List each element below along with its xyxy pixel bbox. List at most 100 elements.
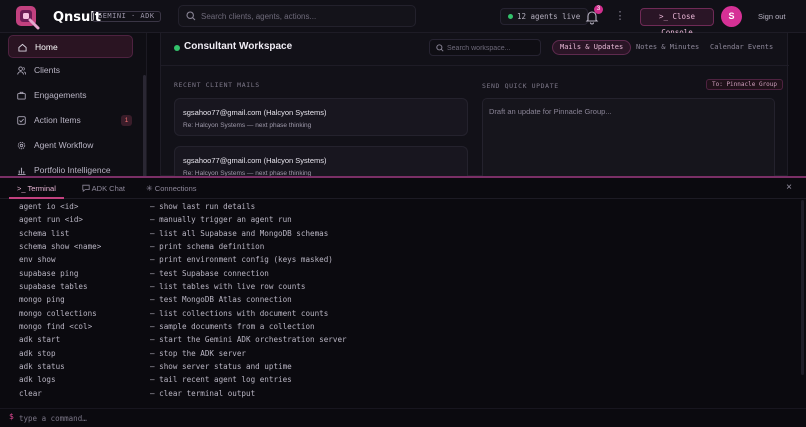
sign-out-link[interactable]: Sign out: [758, 12, 786, 21]
command-name: adk start: [19, 335, 61, 345]
q-logo-icon[interactable]: [14, 4, 40, 30]
workspace-header: Consultant Workspace Mails & Updates Not…: [161, 33, 789, 66]
command-description: — manually trigger an agent run: [150, 215, 292, 225]
global-search[interactable]: [178, 5, 416, 27]
command-description: — print environment config (keys masked): [150, 255, 333, 265]
tab-terminal[interactable]: >_ Terminal: [9, 178, 64, 199]
sidebar-item-clients[interactable]: Clients: [8, 59, 133, 82]
user-avatar[interactable]: S: [721, 6, 742, 27]
quick-update-box: [482, 98, 775, 176]
command-name: mongo find <col>: [19, 321, 93, 331]
mail-sender: sgsahoo77@gmail.com (Halcyon Systems): [183, 108, 327, 117]
more-menu-icon[interactable]: ⋮: [614, 9, 626, 25]
quick-update-heading: SEND QUICK UPDATE: [482, 82, 559, 90]
connections-icon: ✳: [146, 184, 153, 193]
command-description: — print schema definition: [150, 241, 265, 251]
command-description: — list all Supabase and MongoDB schemas: [150, 228, 329, 238]
command-description: — tail recent agent log entries: [150, 375, 292, 385]
checkbox-icon: [17, 116, 26, 125]
command-description: — test Supabase connection: [150, 268, 269, 278]
page-title: Consultant Workspace: [184, 41, 293, 52]
command-name: adk stop: [19, 348, 56, 358]
status-dot-icon: [174, 45, 180, 51]
sidebar-item-action-items[interactable]: Action Items 1: [8, 109, 133, 132]
recipient-pill[interactable]: To: Pinnacle Group: [706, 79, 784, 90]
close-console-button[interactable]: >_ Close Console: [640, 8, 714, 37]
gear-icon: [17, 141, 26, 150]
command-description: — list collections with document counts: [150, 308, 329, 318]
tab-mails-updates[interactable]: Mails & Updates: [552, 40, 632, 55]
mail-list-item[interactable]: sgsahoo77@gmail.com (Halcyon Systems) Re…: [174, 98, 468, 136]
tab-connections[interactable]: ✳ Connections: [146, 178, 197, 199]
prompt-symbol: $: [9, 412, 14, 421]
notifications-button[interactable]: 3: [584, 5, 603, 25]
sidebar-item-agent-workflow[interactable]: Agent Workflow: [8, 134, 133, 157]
workspace-search-input[interactable]: [447, 42, 539, 54]
command-name: agent run <id>: [19, 215, 84, 225]
command-name: mongo ping: [19, 295, 65, 305]
terminal-prompt-icon: >_: [658, 12, 668, 21]
terminal-command-input[interactable]: [19, 412, 619, 424]
console-panel: >_ Terminal ADK Chat ✳ Connections × age…: [0, 178, 806, 427]
command-name: agent io <id>: [19, 202, 79, 211]
terminal-scrollbar[interactable]: [801, 200, 804, 375]
tab-label: ADK Chat: [91, 184, 126, 193]
terminal-input-row: $: [0, 408, 806, 427]
search-icon: [186, 11, 196, 21]
consultant-workspace-panel: Consultant Workspace Mails & Updates Not…: [160, 33, 789, 178]
tab-label: Connections: [154, 184, 197, 193]
action-items-count-badge: 1: [121, 115, 132, 126]
command-description: — sample documents from a collection: [150, 321, 315, 331]
command-name: supabase ping: [19, 268, 79, 278]
command-description: — start the Gemini ADK orchestration ser…: [150, 335, 347, 345]
console-tabs: >_ Terminal ADK Chat ✳ Connections ×: [0, 178, 806, 199]
command-name: supabase tables: [19, 281, 88, 291]
command-name: env show: [19, 255, 56, 265]
command-name: schema show <name>: [19, 241, 102, 251]
sidebar-item-label: Home: [35, 42, 58, 52]
tab-label: Terminal: [27, 184, 56, 193]
recent-mails-heading: RECENT CLIENT MAILS: [174, 81, 260, 89]
tab-calendar-events[interactable]: Calendar Events: [702, 40, 781, 55]
sidebar-item-label: Action Items: [34, 115, 81, 125]
mail-subject: Re: Halcyon Systems — next phase thinkin…: [183, 122, 312, 129]
mail-sender: sgsahoo77@gmail.com (Halcyon Systems): [183, 156, 327, 165]
sidebar-item-label: Clients: [34, 65, 60, 75]
command-description: — stop the ADK server: [150, 348, 247, 358]
tab-notes-minutes[interactable]: Notes & Minutes: [628, 40, 707, 55]
sidebar-item-engagements[interactable]: Engagements: [8, 84, 133, 107]
chat-icon: [82, 184, 90, 193]
search-icon: [436, 44, 444, 52]
home-icon: [18, 43, 27, 52]
top-bar: Qnsult GEMINI · ADK 12 agents live 3 ⋮ >…: [0, 0, 806, 37]
sidebar: Home Clients Engagements Action Items 1 …: [0, 33, 147, 205]
bar-chart-icon: [17, 167, 26, 175]
draft-update-textarea[interactable]: [489, 107, 769, 167]
command-name: clear: [19, 388, 42, 398]
command-name: adk logs: [19, 375, 56, 385]
mail-list-item[interactable]: sgsahoo77@gmail.com (Halcyon Systems) Re…: [174, 146, 468, 178]
agents-live-status: 12 agents live: [500, 8, 589, 25]
command-name: schema list: [19, 228, 70, 238]
close-console-icon[interactable]: ×: [784, 183, 794, 193]
notification-count-badge: 3: [594, 5, 603, 14]
sidebar-item-home[interactable]: Home: [8, 35, 133, 58]
briefcase-icon: [17, 91, 26, 100]
command-description: — test MongoDB Atlas connection: [150, 295, 292, 305]
agents-live-label: 12 agents live: [517, 12, 581, 21]
workspace-search[interactable]: [429, 39, 541, 56]
command-description: — show last run details: [150, 202, 256, 211]
command-name: mongo collections: [19, 308, 97, 318]
command-description: — clear terminal output: [150, 388, 256, 398]
command-description: — list tables with live row counts: [150, 281, 306, 291]
sidebar-item-label: Engagements: [34, 90, 87, 100]
command-description: — show server status and uptime: [150, 361, 292, 371]
terminal-icon: >_: [17, 184, 26, 193]
tab-adk-chat[interactable]: ADK Chat: [82, 178, 125, 199]
global-search-input[interactable]: [201, 9, 411, 24]
live-dot-icon: [508, 14, 513, 19]
command-name: adk status: [19, 361, 65, 371]
sidebar-item-label: Agent Workflow: [34, 140, 94, 150]
brand-badge: GEMINI · ADK: [92, 11, 161, 22]
users-icon: [17, 66, 26, 75]
